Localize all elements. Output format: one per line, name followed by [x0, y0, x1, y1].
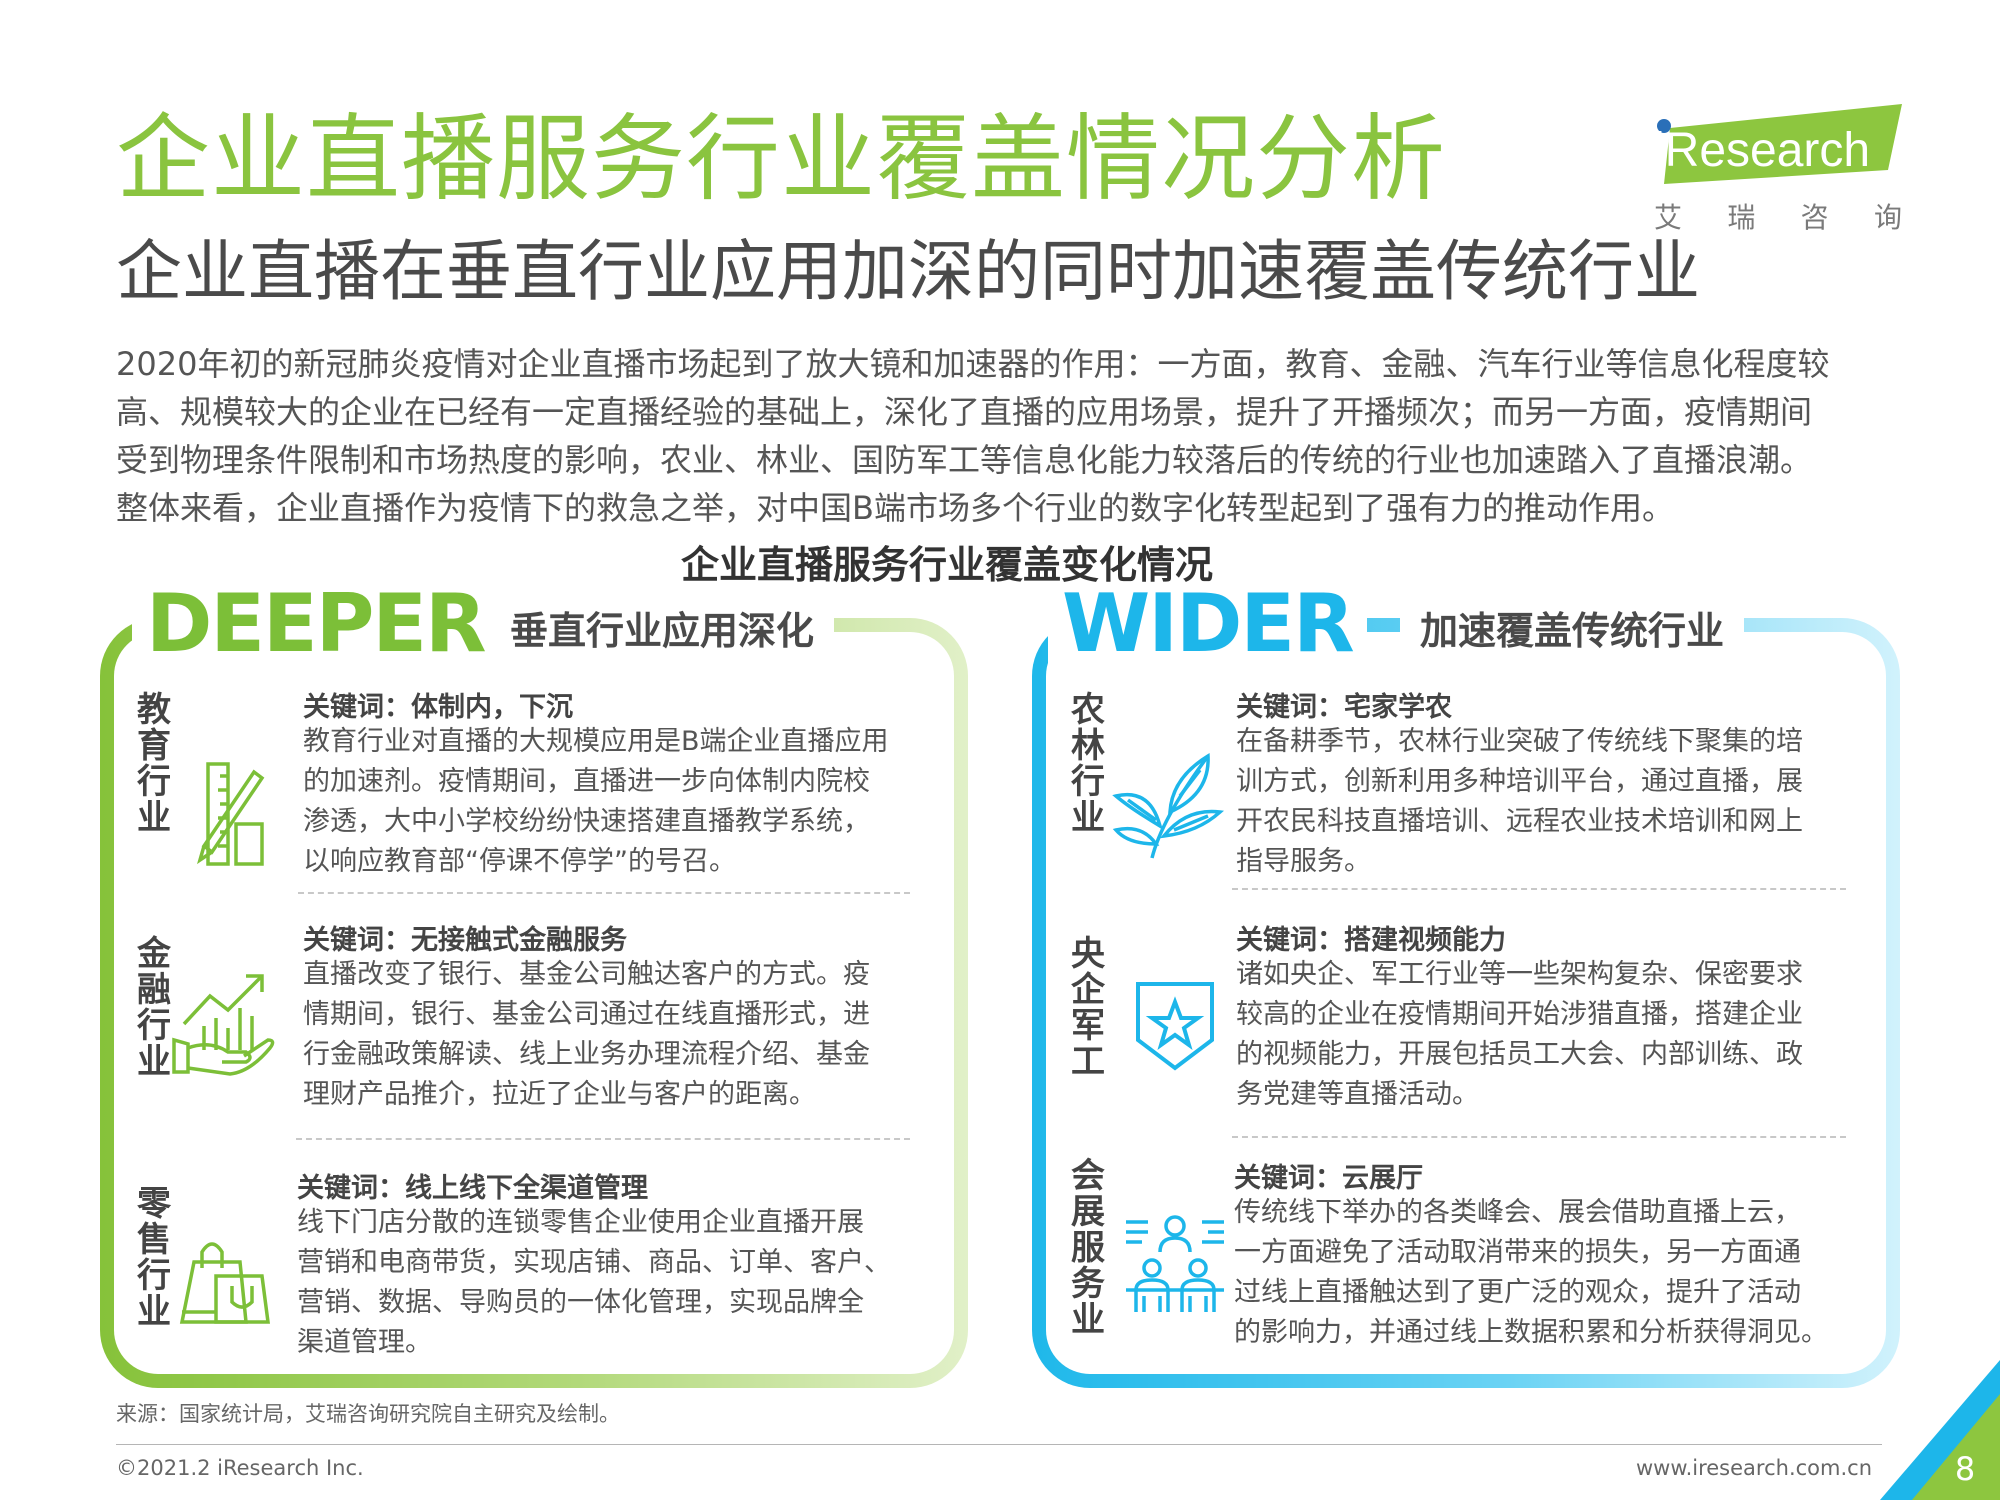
- description-line: 较高的企业在疫情期间开始涉猎直播，搭建企业: [1236, 999, 1803, 1030]
- description-line: 一方面避免了活动取消带来的损失，另一方面通: [1234, 1237, 1801, 1268]
- intro-line: 受到物理条件限制和市场热度的影响，农业、林业、国防军工等信息化能力较落后的传统的…: [116, 441, 1813, 479]
- divider: [1232, 1136, 1846, 1138]
- intro-line: 整体来看，企业直播作为疫情下的救急之举，对中国B端市场多个行业的数字化转型起到了…: [116, 489, 1674, 527]
- description-line: 诸如央企、军工行业等一些架构复杂、保密要求: [1236, 959, 1803, 990]
- conference-people-icon: [1126, 1215, 1224, 1312]
- plant-leaf-icon: [1112, 752, 1225, 859]
- industry-label-education: 教育行业: [137, 690, 171, 838]
- svg-text:iResearch: iResearch: [1654, 124, 1870, 177]
- description-line: 的加速剂。疫情期间，直播进一步向体制内院校: [303, 766, 870, 797]
- logo-prefix: i: [1654, 124, 1665, 177]
- description-finance: 直播改变了银行、基金公司触达客户的方式。疫 情期间，银行、基金公司通过在线直播形…: [303, 955, 870, 1115]
- page-subtitle: 企业直播在垂直行业应用加深的同时加速覆盖传统行业: [116, 233, 1700, 310]
- description-line: 教育行业对直播的大规模应用是B端企业直播应用: [303, 726, 889, 757]
- iresearch-logo-word: iResearch: [1654, 104, 1902, 184]
- website-link[interactable]: www.iresearch.com.cn: [1636, 1456, 1872, 1480]
- description-education: 教育行业对直播的大规模应用是B端企业直播应用 的加速剂。疫情期间，直播进一步向体…: [303, 722, 889, 882]
- shopping-bag-icon: [179, 1242, 270, 1324]
- industry-label-agriculture: 农林行业: [1071, 690, 1105, 838]
- logo-word-text: Research: [1665, 124, 1870, 177]
- logo-chinese-name: 艾 瑞 咨 询: [1654, 196, 1902, 236]
- description-line: 渠道管理。: [297, 1327, 432, 1358]
- keyword-agriculture: 关键词：宅家学农: [1236, 692, 1452, 723]
- industry-label-exhibition: 会展服务业: [1071, 1156, 1105, 1340]
- source-note: 来源：国家统计局，艾瑞咨询研究院自主研究及绘制。: [116, 1402, 620, 1426]
- footer-divider: [116, 1444, 1882, 1445]
- description-line: 开农民科技直播培训、远程农业技术培训和网上: [1236, 806, 1803, 837]
- industry-label-finance: 金融行业: [137, 934, 171, 1082]
- industry-label-retail: 零售行业: [137, 1184, 171, 1332]
- description-line: 指导服务。: [1236, 846, 1371, 877]
- divider: [296, 1138, 910, 1140]
- divider: [298, 892, 910, 894]
- description-line: 在备耕季节，农林行业突破了传统线下聚集的培: [1236, 726, 1803, 757]
- description-line: 的视频能力，开展包括员工大会、内部训练、政: [1236, 1039, 1803, 1070]
- description-retail: 线下门店分散的连锁零售企业使用企业直播开展 营销和电商带货，实现店铺、商品、订单…: [297, 1203, 891, 1363]
- keyword-education: 关键词：体制内，下沉: [303, 692, 573, 723]
- intro-paragraph: 2020年初的新冠肺炎疫情对企业直播市场起到了放大镜和加速器的作用：一方面，教育…: [116, 340, 1900, 532]
- description-line: 情期间，银行、基金公司通过在线直播形式，进: [303, 999, 870, 1030]
- industry-label-central-enterprise: 央企军工: [1071, 934, 1105, 1082]
- description-line: 营销、数据、导购员的一体化管理，实现品牌全: [297, 1287, 864, 1318]
- description-line: 以响应教育部“停课不停学”的号召。: [303, 846, 736, 877]
- page-number: 8: [1954, 1450, 1976, 1488]
- description-line: 训方式，创新利用多种培训平台，通过直播，展: [1236, 766, 1803, 797]
- finance-growth-icon: [172, 974, 275, 1076]
- logo-char: 瑞: [1727, 201, 1756, 234]
- description-agriculture: 在备耕季节，农林行业突破了传统线下聚集的培 训方式，创新利用多种培训平台，通过直…: [1236, 722, 1803, 882]
- description-exhibition: 传统线下举办的各类峰会、展会借助直播上云， 一方面避免了活动取消带来的损失，另一…: [1234, 1193, 1828, 1353]
- copyright: ©2021.2 iResearch Inc.: [116, 1456, 364, 1480]
- description-line: 营销和电商带货，实现店铺、商品、订单、客户、: [297, 1247, 891, 1278]
- wider-label: 加速覆盖传统行业: [1400, 600, 1745, 655]
- keyword-finance: 关键词：无接触式金融服务: [303, 925, 627, 956]
- description-line: 的影响力，并通过线上数据积累和分析获得洞见。: [1234, 1317, 1828, 1348]
- iresearch-logo: iResearch 艾 瑞 咨 询: [1650, 104, 1902, 234]
- description-line: 直播改变了银行、基金公司触达客户的方式。疫: [303, 959, 870, 990]
- description-line: 传统线下举办的各类峰会、展会借助直播上云，: [1234, 1197, 1801, 1228]
- intro-line: 高、规模较大的企业在已经有一定直播经验的基础上，深化了直播的应用场景，提升了开播…: [116, 393, 1813, 431]
- description-line: 理财产品推介，拉近了企业与客户的距离。: [303, 1079, 816, 1110]
- description-line: 线下门店分散的连锁零售企业使用企业直播开展: [297, 1207, 864, 1238]
- description-line: 过线上直播触达到了更广泛的观众，提升了活动: [1234, 1277, 1801, 1308]
- page-title: 企业直播服务行业覆盖情况分析: [116, 105, 1447, 214]
- logo-char: 询: [1873, 201, 1902, 234]
- intro-line: 2020年初的新冠肺炎疫情对企业直播市场起到了放大镜和加速器的作用：一方面，教育…: [116, 345, 1830, 383]
- description-line: 行金融政策解读、线上业务办理流程介绍、基金: [303, 1039, 870, 1070]
- divider: [1232, 888, 1846, 890]
- description-central-enterprise: 诸如央企、军工行业等一些架构复杂、保密要求 较高的企业在疫情期间开始涉猎直播，搭…: [1236, 955, 1803, 1115]
- keyword-exhibition: 关键词：云展厅: [1234, 1163, 1423, 1194]
- wider-heading: WIDER: [1048, 584, 1367, 664]
- keyword-retail: 关键词：线上线下全渠道管理: [297, 1173, 648, 1204]
- description-line: 渗透，大中小学校纷纷快速搭建直播教学系统，: [303, 806, 870, 837]
- star-shield-icon: [1136, 982, 1214, 1071]
- logo-char: 艾: [1654, 201, 1683, 234]
- keyword-central-enterprise: 关键词：搭建视频能力: [1236, 925, 1506, 956]
- logo-char: 咨: [1800, 201, 1829, 234]
- deeper-heading: DEEPER: [132, 584, 499, 664]
- ruler-pencil-icon: [197, 762, 265, 866]
- deeper-label: 垂直行业应用深化: [490, 600, 835, 655]
- description-line: 务党建等直播活动。: [1236, 1079, 1479, 1110]
